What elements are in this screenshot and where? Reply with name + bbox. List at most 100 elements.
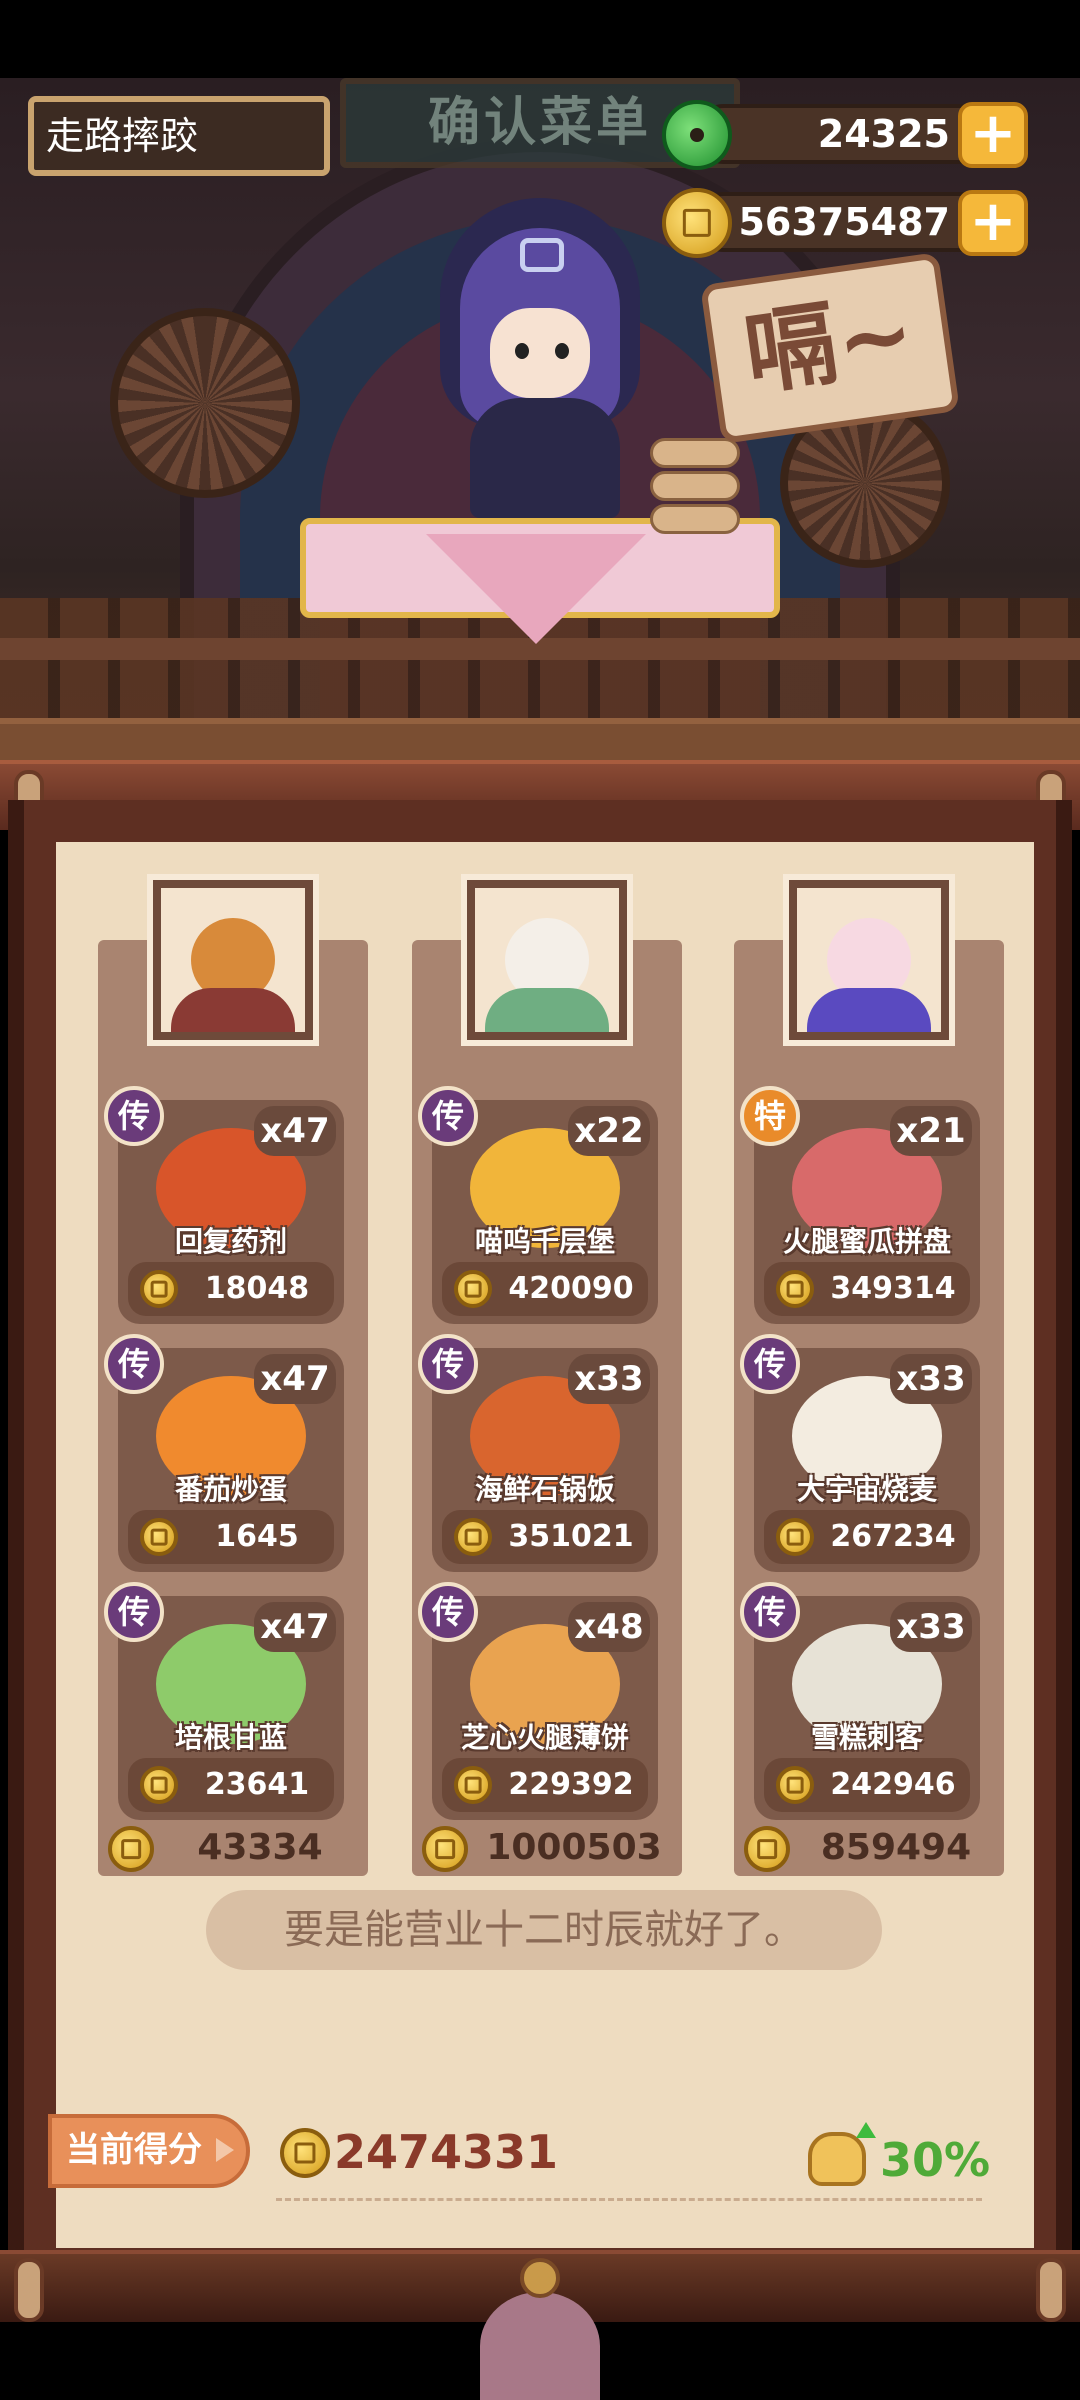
bear-customer-portrait[interactable] [153,880,313,1040]
customer-column-2: 传 x22 喵呜千层堡 420090 传 x33 海鲜石锅饭 351021 传 … [412,880,682,1876]
dish-card[interactable]: 传 x33 雪糕刺客 242946 [740,1582,980,1820]
price-value: 229392 [508,1767,634,1802]
dish-name: 喵呜千层堡 [474,1225,615,1258]
dish-count: x21 [890,1106,972,1156]
coin-icon [454,1766,492,1804]
score-value: 2474331 [334,2125,559,2179]
dish-name: 培根甘蓝 [174,1721,287,1754]
total-value: 1000503 [486,1827,662,1868]
dish-price: 229392 [442,1758,648,1812]
coin-icon [140,1518,178,1556]
stacked-plates-icon [650,438,740,548]
coin-icon [280,2128,330,2178]
price-value: 23641 [204,1767,310,1802]
price-value: 18048 [204,1271,310,1306]
rarity-badge: 传 [104,1582,164,1642]
rarity-badge: 传 [418,1086,478,1146]
rarity-badge: 特 [740,1086,800,1146]
dish-card[interactable]: 传 x48 芝心火腿薄饼 229392 [418,1582,658,1820]
dish-card[interactable]: 传 x47 番茄炒蛋 1645 [104,1334,344,1572]
restaurant-scene: 确认菜单 嗝~ [0,78,1080,778]
bonus-percent: 30% [880,2133,991,2187]
coin-icon [140,1270,178,1308]
dish-card[interactable]: 特 x21 火腿蜜瓜拼盘 349314 [740,1086,980,1324]
coin-amount: 56375487 [738,200,950,244]
dish-count: x33 [890,1602,972,1652]
dish-card[interactable]: 传 x47 培根甘蓝 23641 [104,1582,344,1820]
dish-price: 420090 [442,1262,648,1316]
coin-icon [454,1270,492,1308]
dish-price: 23641 [128,1758,334,1812]
ninja-customer-character [420,198,660,518]
dish-price: 351021 [442,1510,648,1564]
portrait-body [485,988,609,1032]
score-divider [276,2198,982,2201]
dish-card[interactable]: 传 x33 大宇宙烧麦 267234 [740,1334,980,1572]
status-bar [0,0,1080,78]
rarity-badge: 传 [740,1582,800,1642]
jade-amount: 24325 [817,112,950,156]
speech-bubble: 嗝~ [700,252,960,444]
customer-total: 859494 [734,1820,1004,1876]
coin-icon [776,1518,814,1556]
coin-icon [140,1766,178,1804]
portrait-body [807,988,931,1032]
dish-card[interactable]: 传 x33 海鲜石锅饭 351021 [418,1334,658,1572]
dish-name: 大宇宙烧麦 [796,1473,937,1506]
price-value: 420090 [508,1271,634,1306]
dish-count: x33 [890,1354,972,1404]
price-value: 1645 [215,1519,299,1554]
dish-count: x47 [254,1106,336,1156]
forehead-emblem-icon [520,238,564,272]
add-coin-button[interactable]: + [958,190,1028,256]
coin-icon [776,1270,814,1308]
dish-card[interactable]: 传 x22 喵呜千层堡 420090 [418,1086,658,1324]
dish-count: x47 [254,1602,336,1652]
portrait-body [171,988,295,1032]
coin-icon [422,1826,468,1872]
customer-total: 1000503 [412,1820,682,1876]
rarity-badge: 传 [104,1086,164,1146]
coin-icon [744,1826,790,1872]
dish-name: 海鲜石锅饭 [474,1473,615,1506]
dish-price: 242946 [764,1758,970,1812]
customer-column-1: 传 x47 回复药剂 18048 传 x47 番茄炒蛋 1645 传 x47 培… [98,880,368,1876]
customer-column-3: 特 x21 火腿蜜瓜拼盘 349314 传 x33 大宇宙烧麦 267234 传… [734,880,1004,1876]
dish-price: 349314 [764,1262,970,1316]
price-value: 242946 [830,1767,956,1802]
dish-name: 雪糕刺客 [810,1721,923,1754]
customer-message: 要是能营业十二时辰就好了。 [206,1890,882,1970]
jade-icon [662,100,732,170]
dish-card[interactable]: 传 x47 回复药剂 18048 [104,1086,344,1324]
dish-price: 1645 [128,1510,334,1564]
tassel-decoration [480,2292,600,2400]
coin-icon [662,188,732,258]
add-jade-button[interactable]: + [958,102,1028,168]
rarity-badge: 传 [104,1334,164,1394]
coin-icon [454,1518,492,1556]
total-value: 859494 [820,1827,972,1868]
play-arrow-icon [216,2138,234,2162]
rarity-badge: 传 [418,1582,478,1642]
dish-count: x22 [568,1106,650,1156]
rod-knob [14,2258,44,2322]
fence-rail [0,638,1080,660]
price-value: 351021 [508,1519,634,1554]
dish-count: x47 [254,1354,336,1404]
player-name[interactable]: 走路摔跤 [28,96,330,176]
dish-name: 回复药剂 [174,1225,287,1258]
dish-count: x33 [568,1354,650,1404]
total-value: 43334 [197,1827,323,1868]
coin-icon [776,1766,814,1804]
current-score-button[interactable]: 当前得分 [48,2114,250,2188]
rarity-badge: 传 [418,1334,478,1394]
purple-hair-customer-portrait[interactable] [789,880,949,1040]
dish-price: 18048 [128,1262,334,1316]
dish-name: 芝心火腿薄饼 [460,1721,629,1754]
coin-currency-bar: 56375487 + [662,188,1028,258]
fan-decoration-icon [110,308,300,498]
tip-bag-icon [808,2122,876,2186]
dish-name: 火腿蜜瓜拼盘 [782,1225,951,1258]
white-hair-customer-portrait[interactable] [467,880,627,1040]
price-value: 267234 [830,1519,956,1554]
